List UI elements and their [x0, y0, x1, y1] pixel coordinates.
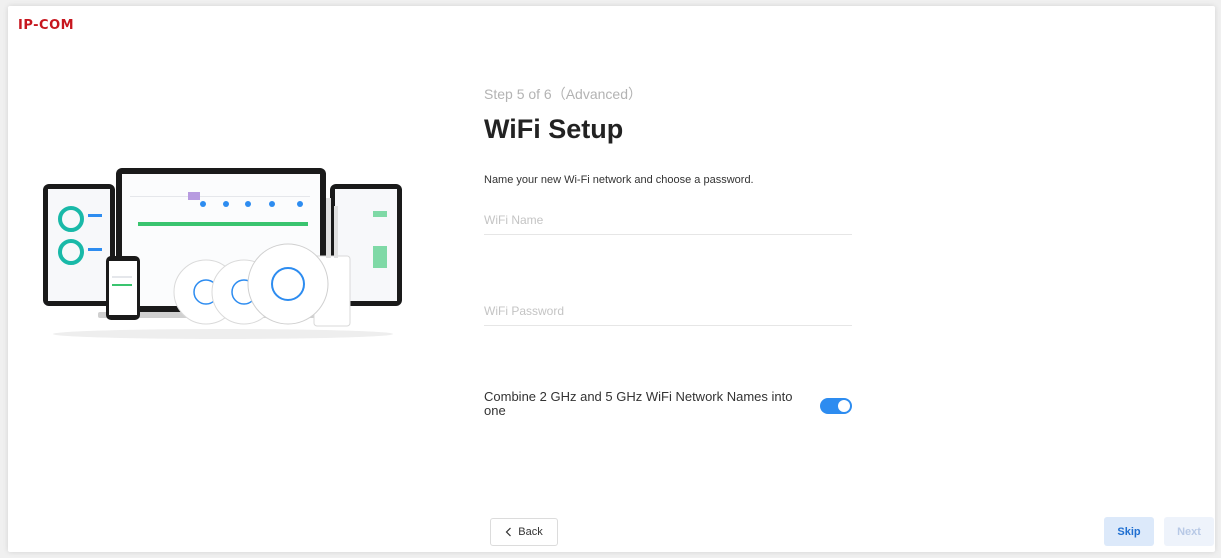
combine-networks-label: Combine 2 GHz and 5 GHz WiFi Network Nam… — [484, 389, 793, 418]
page-subtitle: Name your new Wi-Fi network and choose a… — [484, 174, 754, 186]
wifi-name-field — [484, 205, 852, 235]
product-illustration — [43, 168, 402, 339]
page-title: WiFi Setup — [484, 114, 624, 144]
back-button[interactable]: Back — [490, 518, 558, 546]
ipcom-logo: IP-COM — [18, 18, 75, 33]
wifi-password-field — [484, 296, 852, 326]
wifi-password-input[interactable] — [484, 296, 852, 325]
back-button-label: Back — [518, 526, 543, 538]
wifi-name-input[interactable] — [484, 205, 852, 234]
setup-window: IP-COM Step 5 of 6（Advanced） WiFi Setup … — [8, 6, 1215, 552]
combine-networks-toggle[interactable] — [820, 398, 852, 414]
next-button[interactable]: Next — [1164, 517, 1214, 546]
toggle-knob — [838, 400, 850, 412]
skip-button[interactable]: Skip — [1104, 517, 1154, 546]
step-indicator: Step 5 of 6（Advanced） — [484, 86, 642, 102]
chevron-left-icon — [505, 527, 512, 537]
